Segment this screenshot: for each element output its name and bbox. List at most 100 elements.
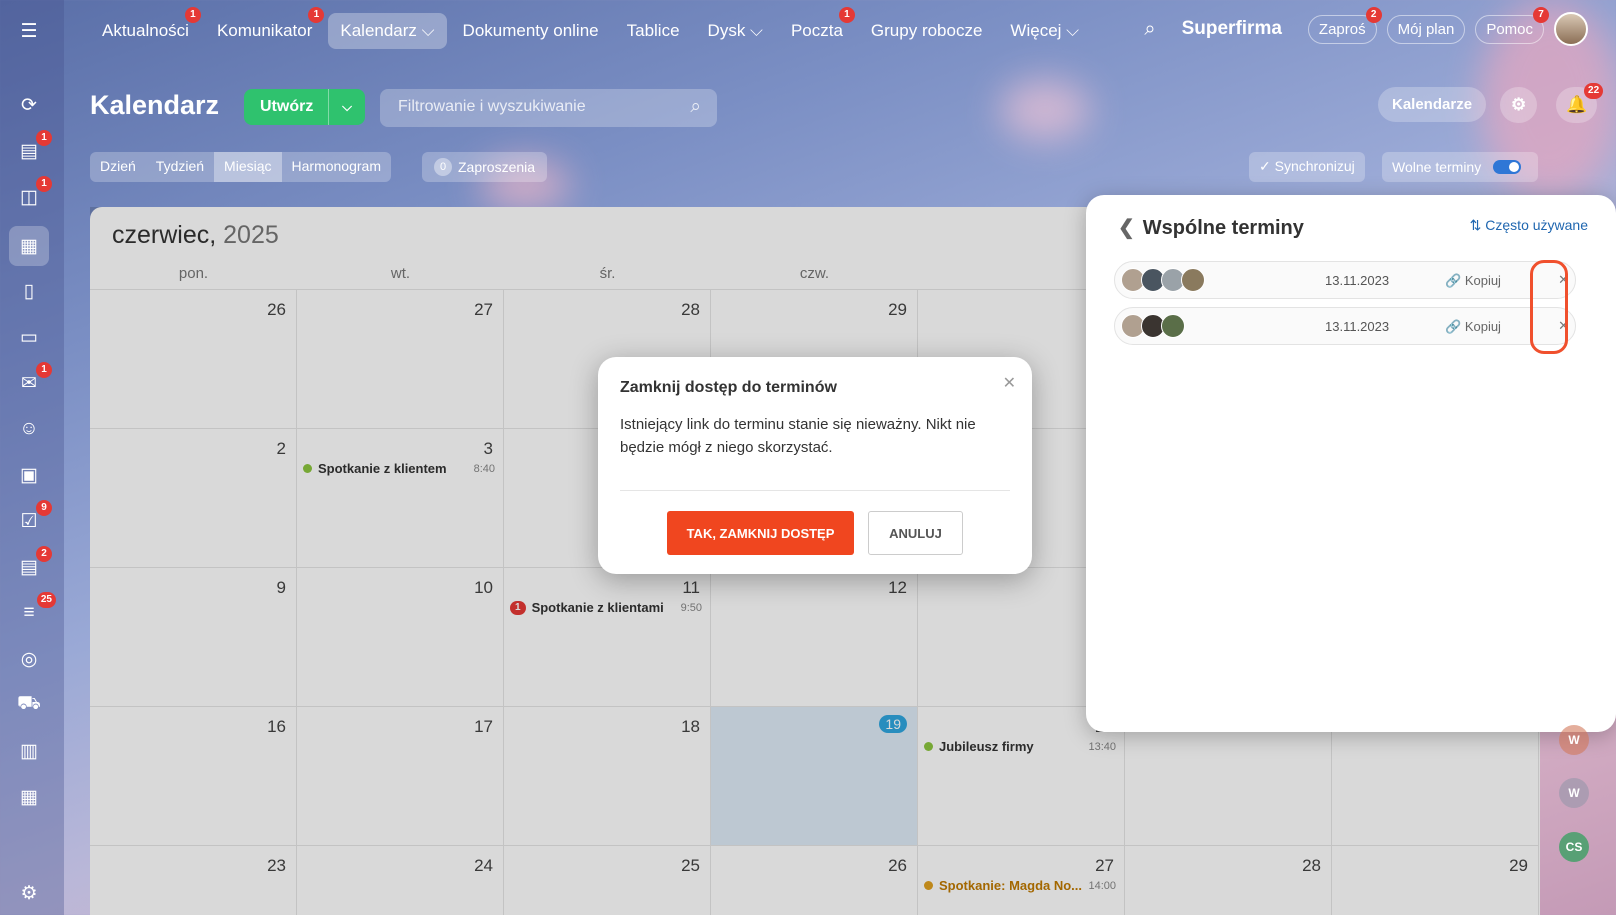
invite-button[interactable]: Zaproś 2 [1307, 6, 1382, 44]
day-number: 16 [267, 717, 286, 736]
month-title: czerwiec, 2025 [112, 221, 279, 250]
day-cell[interactable]: 17 [297, 706, 504, 845]
search-icon[interactable]: ⌕ [1144, 18, 1155, 41]
toggle-switch[interactable] [1493, 160, 1522, 174]
calendar-event[interactable]: Spotkanie z klientem 8:40 [303, 461, 495, 476]
invite-label: Zaproś [1318, 20, 1366, 38]
nav-label: Dokumenty online [462, 21, 599, 40]
tab-month[interactable]: Miesiąc [214, 152, 282, 182]
day-cell[interactable]: 2 [90, 428, 297, 567]
day-cell[interactable]: 26 [90, 289, 297, 428]
sidebar-item-start[interactable]: ⟳ [12, 88, 46, 122]
dow-label: czw. [799, 265, 830, 282]
day-cell[interactable]: 11 1 Spotkanie z klientami 9:50 [504, 567, 711, 706]
day-cell[interactable]: 29 [1332, 845, 1539, 915]
chat-avatar-cs[interactable]: CS [1559, 832, 1589, 862]
chevron-down-icon[interactable]: ⌵ [328, 89, 365, 125]
sidebar-item-mail[interactable]: ✉ 1 [12, 362, 52, 400]
help-button[interactable]: Pomoc 7 [1475, 6, 1549, 44]
day-cell[interactable]: 16 [90, 706, 297, 845]
sidebar-item-goals[interactable]: ◎ [12, 642, 46, 676]
nav-item-boards[interactable]: Tablice [615, 13, 692, 49]
nav-item-mail[interactable]: Poczta 1 [779, 7, 855, 49]
main-nav: Aktualności 1 Komunikator 1 Kalendarz ⌵ Do… [90, 7, 1091, 49]
nav-item-docs[interactable]: Dokumenty online [451, 13, 611, 49]
calendar-event[interactable]: Jubileusz firmy 13:40 [924, 739, 1116, 754]
chat-avatar-w2[interactable]: W [1559, 778, 1589, 808]
shared-slot-row[interactable]: 13.11.2023 🔗 Kopiuj ✕ [1114, 261, 1576, 299]
day-cell[interactable]: 12 [711, 567, 918, 706]
copy-link-button[interactable]: 🔗 Kopiuj [1445, 319, 1501, 335]
sidebar-item-groups[interactable]: ☺ [12, 412, 46, 446]
calendar-event[interactable]: 1 Spotkanie z klientami 9:50 [510, 600, 702, 615]
event-title: Jubileusz firmy [939, 739, 1034, 754]
sidebar-item-calendar[interactable]: ▦ [9, 226, 49, 266]
day-cell[interactable]: 25 [504, 845, 711, 915]
sidebar-item-docs[interactable]: ▯ [12, 274, 46, 308]
sidebar-item-shop[interactable]: ⛟ [12, 688, 46, 722]
dow-label: śr. [599, 265, 616, 282]
slot-date: 13.11.2023 [1325, 319, 1390, 334]
tab-day[interactable]: Dzień [90, 152, 146, 182]
day-cell[interactable]: 27 Spotkanie: Magda No... 14:00 [918, 845, 1125, 915]
sync-button[interactable]: ✓ Synchronizuj [1249, 152, 1365, 182]
invitations-button[interactable]: 0 Zaproszenia [422, 152, 548, 182]
close-icon[interactable]: ✕ [1003, 373, 1016, 393]
day-cell[interactable]: 23 [90, 845, 297, 915]
sidebar-item-booking[interactable]: ▦ [12, 780, 46, 814]
cancel-button[interactable]: ANULUJ [868, 511, 963, 555]
sync-label: Synchronizuj [1274, 158, 1355, 174]
nav-item-messenger[interactable]: Komunikator 1 [205, 7, 325, 49]
day-cell[interactable]: 27 [297, 289, 504, 428]
often-used-button[interactable]: ⇅ Często używane [1470, 217, 1588, 234]
company-name[interactable]: Superfirma [1182, 18, 1282, 40]
day-number: 17 [474, 717, 493, 736]
sidebar-item-drive[interactable]: ▭ [12, 320, 46, 354]
sidebar-item-tasks[interactable]: ☑ 9 [12, 500, 52, 538]
day-cell[interactable]: 24 [297, 845, 504, 915]
plan-button[interactable]: Mój plan [1386, 14, 1466, 44]
gear-icon[interactable]: ⚙ [1500, 87, 1538, 123]
day-cell[interactable]: 19 [711, 706, 918, 845]
sidebar-item-crm[interactable]: ▤ 2 [12, 546, 52, 584]
shared-slot-row[interactable]: 13.11.2023 🔗 Kopiuj ✕ [1114, 307, 1576, 345]
day-cell[interactable]: 18 [504, 706, 711, 845]
top-right: ⌕ Superfirma Zaproś 2 Mój plan Pomoc 7 [1144, 6, 1616, 46]
free-slots-label: Wolne terminy [1392, 159, 1482, 175]
sidebar-item-boards[interactable]: ▣ [12, 458, 46, 492]
nav-label: Więcej ⌵ [1010, 21, 1080, 40]
day-number: 18 [681, 717, 700, 736]
confirm-close-access-button[interactable]: TAK, ZAMKNIJ DOSTĘP [667, 511, 854, 555]
day-cell[interactable]: 3 Spotkanie z klientem 8:40 [297, 428, 504, 567]
day-cell[interactable]: 26 [711, 845, 918, 915]
nav-item-drive[interactable]: Dysk ⌵ [696, 13, 775, 49]
nav-item-calendar[interactable]: Kalendarz ⌵ [328, 13, 447, 49]
tab-week[interactable]: Tydzień [146, 152, 214, 182]
copy-link-button[interactable]: 🔗 Kopiuj [1445, 273, 1501, 289]
day-number: 2 [276, 439, 286, 458]
search-input[interactable]: Filtrowanie i wyszukiwanie ⌕ [380, 89, 717, 127]
day-cell[interactable]: 10 [297, 567, 504, 706]
chat-avatar-w[interactable]: W [1559, 725, 1589, 755]
calendar-event[interactable]: Spotkanie: Magda No... 14:00 [924, 878, 1116, 893]
bell-icon[interactable]: 🔔 22 [1556, 83, 1604, 123]
tab-schedule[interactable]: Harmonogram [282, 152, 391, 182]
nav-item-groups[interactable]: Grupy robocze [859, 13, 995, 49]
sidebar-item-chat[interactable]: ◫ 1 [12, 176, 52, 214]
sidebar-item-feed[interactable]: ▤ 1 [12, 130, 52, 168]
day-cell[interactable]: 9 [90, 567, 297, 706]
day-number: 25 [681, 856, 700, 875]
chevron-left-icon[interactable]: ❮ [1118, 217, 1135, 239]
settings-icon[interactable]: ⚙ [12, 876, 46, 910]
create-button[interactable]: Utwórz ⌵ [244, 89, 365, 125]
free-slots-toggle[interactable]: Wolne terminy [1382, 152, 1538, 182]
menu-icon[interactable]: ☰ [12, 14, 46, 48]
sidebar-item-sites[interactable]: ≡ 25 [12, 592, 56, 630]
event-dot [924, 881, 933, 890]
avatar[interactable] [1554, 12, 1588, 46]
day-cell[interactable]: 28 [1125, 845, 1332, 915]
sidebar-item-store[interactable]: ▥ [12, 734, 46, 768]
calendars-button[interactable]: Kalendarze [1378, 87, 1487, 122]
nav-item-news[interactable]: Aktualności 1 [90, 7, 201, 49]
nav-item-more[interactable]: Więcej ⌵ [998, 13, 1091, 49]
